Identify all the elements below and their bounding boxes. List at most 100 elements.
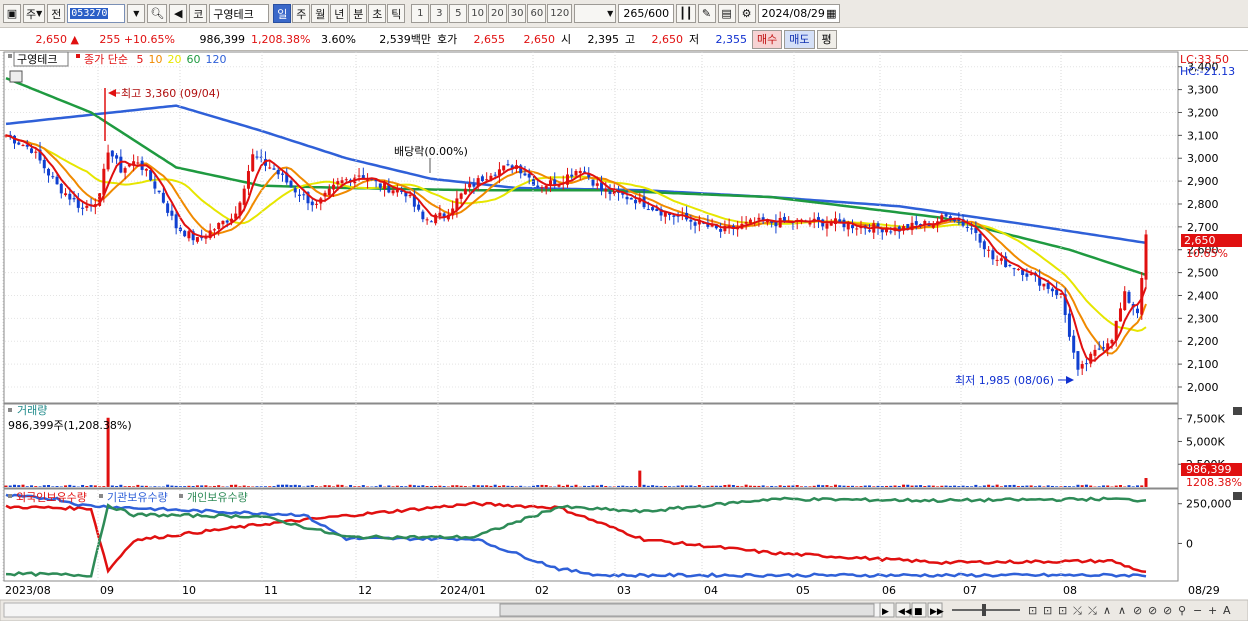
chevron-down-icon: ▼ (133, 9, 140, 18)
ask-price: 2,655 (473, 32, 506, 46)
draw-tool-button[interactable]: ✎ (697, 4, 716, 23)
table-icon[interactable] (9, 70, 23, 83)
interval-tab-1[interactable]: 1 (411, 4, 430, 23)
volume-bar (374, 486, 378, 487)
volume-bar (757, 485, 761, 487)
interval-tab-3[interactable]: 3 (430, 4, 449, 23)
buy-button[interactable]: 매수 (752, 29, 783, 49)
count-display[interactable]: 265/600 (618, 4, 675, 23)
date-field[interactable]: 2024/08/29 ▦ (757, 4, 840, 23)
interval-tab-120[interactable]: 120 (547, 4, 573, 23)
stock-code-input[interactable]: 053270 (67, 4, 126, 23)
panel-handle-icon[interactable] (8, 54, 12, 58)
candle-body (991, 250, 995, 260)
prev-button[interactable]: 전 (47, 4, 66, 23)
period-tab-3[interactable]: 년 (330, 4, 349, 23)
save-button[interactable]: ▤ (717, 4, 736, 23)
candle-body (978, 233, 982, 243)
interval-tab-60[interactable]: 60 (527, 4, 547, 23)
volume-bar (4, 485, 8, 487)
price-tick-label: 2,300 (1187, 312, 1219, 325)
open-label: 시 (561, 33, 572, 46)
interval-tab-20[interactable]: 20 (487, 4, 507, 23)
interval-tab-30[interactable]: 30 (507, 4, 527, 23)
candle-body (64, 193, 68, 196)
volume-bar (8, 485, 12, 487)
period-tab-0[interactable]: 일 (273, 4, 292, 23)
candle-body (548, 180, 552, 185)
volume-bar (459, 485, 463, 487)
period-dropdown[interactable]: 주 ▼ (23, 4, 46, 23)
volume-bar (412, 485, 416, 487)
search-button[interactable]: 🔍︎ (147, 4, 168, 23)
volume-close-icon[interactable] (1233, 407, 1242, 415)
open-price: 2,395 (587, 32, 620, 46)
candle-body (634, 199, 638, 204)
scrollbar-thumb[interactable] (499, 603, 875, 617)
ma-handle-icon[interactable] (76, 54, 80, 58)
sell-button[interactable]: 매도 (784, 29, 815, 49)
window-icon[interactable]: ▣ (3, 4, 21, 23)
price-tick-label: 2,200 (1187, 335, 1219, 348)
period-tab-1[interactable]: 주 (292, 4, 311, 23)
volume-bar (902, 484, 906, 487)
volume-bar (536, 485, 540, 487)
stock-chart[interactable]: 3,4003,3003,2003,1003,0002,9002,8002,700… (0, 51, 1248, 621)
volume-handle-icon[interactable] (8, 408, 12, 412)
chart-tool-icon: ∧ (1103, 604, 1111, 617)
volume-bar (774, 486, 778, 487)
candle-body (987, 249, 991, 251)
volume-bar (723, 484, 727, 487)
candle-body (157, 190, 161, 193)
period-tab-6[interactable]: 틱 (387, 4, 406, 23)
candle-body (1127, 291, 1131, 303)
candle-body (536, 185, 540, 188)
volume-bar (455, 485, 459, 487)
volume-bar (21, 484, 25, 487)
volume-bar (1140, 485, 1144, 487)
volume-bar (999, 486, 1003, 487)
eval-button[interactable]: 평 (816, 29, 837, 49)
holding-close-icon[interactable] (1233, 492, 1242, 500)
volume-bar (502, 485, 506, 487)
price-tick-label: 2,400 (1187, 289, 1219, 302)
volume-bar (1055, 486, 1059, 487)
period-tab-5[interactable]: 초 (368, 4, 387, 23)
volume-bar (885, 485, 889, 487)
volume-bar (212, 485, 216, 487)
volume-bar (395, 485, 399, 487)
chart-tool-icon: ⤯ (1073, 604, 1082, 617)
volume-bar (642, 484, 646, 487)
candle-body (629, 197, 633, 200)
speaker-button[interactable]: ◀ (169, 4, 188, 23)
candle-body (391, 190, 395, 194)
volume-bar (753, 485, 757, 487)
x-axis-label: 07 (963, 584, 977, 597)
price-tick-label: 3,200 (1187, 106, 1219, 119)
candle-body (438, 212, 442, 217)
candle-type-button[interactable]: ┃┃ (676, 4, 696, 23)
chart-tool-icon: ⊘ (1163, 604, 1172, 617)
candle-body (161, 192, 165, 203)
candle-body (808, 222, 812, 225)
interval-tabs: 1 3 5 10 20 30 60 120 (411, 4, 573, 23)
volume-bar (770, 485, 774, 487)
candle-body (30, 148, 34, 153)
period-tab-4[interactable]: 분 (349, 4, 368, 23)
low-label: 저 (689, 33, 700, 46)
candle-body (965, 226, 969, 228)
code-dropdown-button[interactable]: ▼ (127, 4, 146, 23)
volume-bar (731, 485, 735, 487)
interval-dropdown[interactable]: ▼ (574, 4, 617, 23)
interval-tab-10[interactable]: 10 (468, 4, 487, 23)
interval-tab-5[interactable]: 5 (449, 4, 468, 23)
x-axis-label: 02 (535, 584, 549, 597)
settings-button[interactable]: ⚙ (737, 4, 756, 23)
volume-bar (81, 484, 85, 487)
volume-bar (1012, 484, 1016, 487)
period-tab-2[interactable]: 월 (311, 4, 330, 23)
trade-amount: 2,539백만 (379, 33, 431, 46)
market-button[interactable]: 코 (189, 4, 208, 23)
volume-bar (221, 486, 225, 487)
stock-name-box[interactable]: 구영테크 (209, 4, 270, 23)
